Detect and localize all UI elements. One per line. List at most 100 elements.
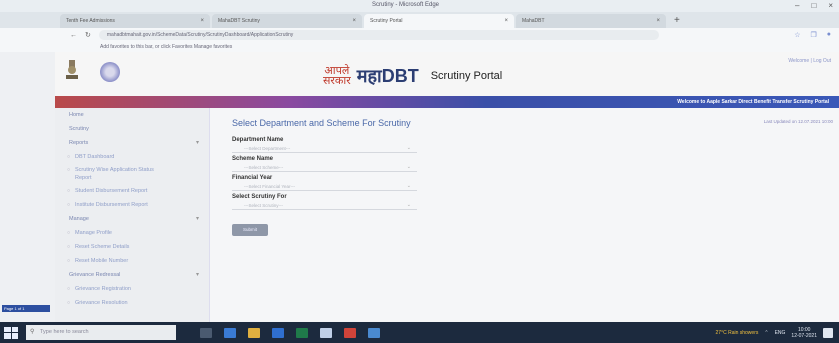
scrutiny-for-placeholder: ---Select Scrutiny---: [244, 203, 284, 208]
favorites-bar: Add favorites to this bar, or click Favo…: [0, 42, 839, 52]
maximize-icon[interactable]: □: [811, 1, 816, 10]
mahadbt-logo: आपले सरकार महा DBT Scrutiny Portal: [323, 64, 502, 88]
browser-tab[interactable]: MahaDBT Scrutiny ×: [212, 14, 362, 28]
logo-maha: महा: [356, 66, 382, 87]
sidebar-item-reset-scheme-details[interactable]: Reset Scheme Details: [55, 240, 209, 254]
window-title: Scrutiny - Microsoft Edge: [372, 2, 440, 8]
chevron-down-icon: ⌄: [406, 145, 411, 151]
file-explorer-icon[interactable]: [248, 327, 260, 338]
sidebar-item-label: Scrutiny: [69, 126, 89, 132]
url-input[interactable]: mahadbtmahait.gov.in/SchemeData/Scrutiny…: [98, 30, 659, 40]
windows-taskbar: ⚲ Type here to search 27°C Rain showers …: [0, 322, 839, 343]
tab-label: MahaDBT Scrutiny: [218, 18, 260, 24]
collections-icon[interactable]: ❐: [810, 31, 816, 39]
minimize-icon[interactable]: –: [795, 1, 799, 10]
close-tab-icon[interactable]: ×: [504, 18, 508, 24]
sidebar-item-label: Reset Scheme Details: [75, 244, 130, 250]
department-label: Department Name: [232, 137, 284, 143]
department-placeholder: ---Select Department---: [244, 146, 291, 151]
profile-icon[interactable]: ●: [827, 31, 831, 39]
sidebar-item-label: Report: [75, 175, 92, 181]
search-icon: ⚲: [30, 329, 35, 335]
page-title: Select Department and Scheme For Scrutin…: [232, 118, 411, 128]
chevron-down-icon: ▾: [195, 272, 199, 278]
sidebar-item-home[interactable]: Home: [55, 108, 209, 122]
tab-label: Scrutiny Portal: [370, 18, 403, 24]
chevron-down-icon: ⌄: [406, 164, 411, 170]
government-seal-icon: [100, 62, 120, 82]
sidebar-item-reports[interactable]: Reports ▾: [55, 136, 209, 150]
sidebar-item-student-disbursement-report[interactable]: Student Disbursement Report: [55, 184, 209, 198]
search-placeholder: Type here to search: [40, 329, 89, 335]
sidebar-item-manage[interactable]: Manage ▾: [55, 212, 209, 226]
account-links[interactable]: Welcome | Log Out: [788, 58, 831, 64]
financial-year-placeholder: ---Select Financial Year---: [244, 184, 296, 189]
sidebar-item-label: Home: [69, 112, 84, 118]
sidebar-item-label: Student Disbursement Report: [75, 188, 148, 194]
chevron-down-icon: ⌄: [406, 202, 411, 208]
sidebar-item-dbt-dashboard[interactable]: DBT Dashboard: [55, 150, 209, 164]
sidebar-item-label: Manage Profile: [75, 230, 112, 236]
excel-icon[interactable]: [296, 327, 308, 338]
close-tab-icon[interactable]: ×: [200, 18, 204, 24]
weather-widget[interactable]: 27°C Rain showers: [716, 330, 759, 336]
sidebar-item-label: Grievance Resolution: [75, 300, 128, 306]
sidebar-item-grievance-redressal[interactable]: Grievance Redressal ▾: [55, 268, 209, 282]
new-tab-icon[interactable]: +: [674, 15, 680, 26]
chrome-icon[interactable]: [368, 327, 380, 338]
submit-button[interactable]: Submit: [232, 224, 268, 236]
sidebar-item-grievance-resolution[interactable]: Grievance Resolution: [55, 296, 209, 310]
sidebar-item-label: Grievance Redressal: [69, 272, 121, 278]
windows-start-icon[interactable]: [4, 326, 18, 339]
sidebar-item-reset-mobile-number[interactable]: Reset Mobile Number: [55, 254, 209, 268]
close-tab-icon[interactable]: ×: [656, 18, 660, 24]
scheme-select[interactable]: ---Select Scheme--- ⌄: [232, 163, 417, 172]
browser-tab-active[interactable]: Scrutiny Portal ×: [364, 14, 514, 28]
language-indicator[interactable]: ENG: [775, 330, 786, 336]
page-indicator: Page 1 of 1: [2, 305, 50, 312]
store-icon[interactable]: [320, 327, 332, 338]
sidebar-item-label: Reports: [69, 140, 89, 146]
back-icon[interactable]: ←: [70, 32, 77, 39]
close-tab-icon[interactable]: ×: [352, 18, 356, 24]
system-tray: 27°C Rain showers ⌃ ENG 10:00 12-07-2021: [716, 327, 833, 339]
sidebar-item-scrutiny[interactable]: Scrutiny: [55, 122, 209, 136]
notification-icon[interactable]: [823, 327, 833, 338]
clock[interactable]: 10:00 12-07-2021: [791, 327, 817, 339]
refresh-icon[interactable]: ↻: [85, 31, 91, 39]
scrutiny-for-select[interactable]: ---Select Scrutiny--- ⌄: [232, 201, 417, 210]
browser-tab[interactable]: MahaDBT ×: [516, 14, 666, 28]
browser-tab[interactable]: Tenth Fee Admissions ×: [60, 14, 210, 28]
mail-icon[interactable]: [344, 327, 356, 338]
sidebar: Home Scrutiny Reports ▾ DBT Dashboard Scrutin…: [55, 108, 210, 322]
window-titlebar: Scrutiny - Microsoft Edge – □ ×: [0, 0, 839, 12]
sidebar-item-grievance-registration[interactable]: Grievance Registration: [55, 282, 209, 296]
network-icon[interactable]: ⌃: [764, 330, 768, 336]
task-view-icon[interactable]: [200, 327, 212, 338]
tab-label: Tenth Fee Admissions: [66, 18, 115, 24]
chevron-down-icon: ⌄: [406, 183, 411, 189]
taskbar-search-input[interactable]: ⚲ Type here to search: [26, 325, 176, 340]
portal-header: आपले सरकार महा DBT Scrutiny Portal Welco…: [55, 52, 839, 96]
last-updated-text: Last Updated on 12.07.2021 10:00: [763, 119, 833, 124]
tab-strip: Tenth Fee Admissions × MahaDBT Scrutiny × …: [0, 12, 839, 28]
sidebar-item-scrutiny-wise-application-status[interactable]: Scrutiny Wise Application Status Report: [55, 164, 195, 184]
state-emblem-icon: [66, 60, 78, 79]
welcome-banner: Welcome to Aaple Sarkar Direct Benefit T…: [55, 96, 839, 108]
chevron-down-icon: ▾: [195, 140, 199, 146]
close-icon[interactable]: ×: [828, 1, 833, 10]
sidebar-item-institute-disbursement-report[interactable]: Institute Disbursement Report: [55, 198, 209, 212]
portal-title: Scrutiny Portal: [430, 70, 503, 82]
word-icon[interactable]: [272, 327, 284, 338]
tab-label: MahaDBT: [522, 18, 545, 24]
sidebar-item-label: Reset Mobile Number: [75, 258, 129, 264]
sidebar-item-label: Institute Disbursement Report: [75, 202, 148, 208]
department-select[interactable]: ---Select Department--- ⌄: [232, 144, 417, 153]
scrutiny-for-label: Select Scrutiny For: [232, 194, 287, 200]
logo-dbt: DBT: [381, 65, 419, 86]
edge-icon[interactable]: [224, 327, 236, 338]
sidebar-item-manage-profile[interactable]: Manage Profile: [55, 226, 209, 240]
financial-year-select[interactable]: ---Select Financial Year--- ⌄: [232, 182, 417, 191]
favorite-star-icon[interactable]: ☆: [794, 31, 800, 39]
clock-date: 12-07-2021: [791, 332, 817, 339]
